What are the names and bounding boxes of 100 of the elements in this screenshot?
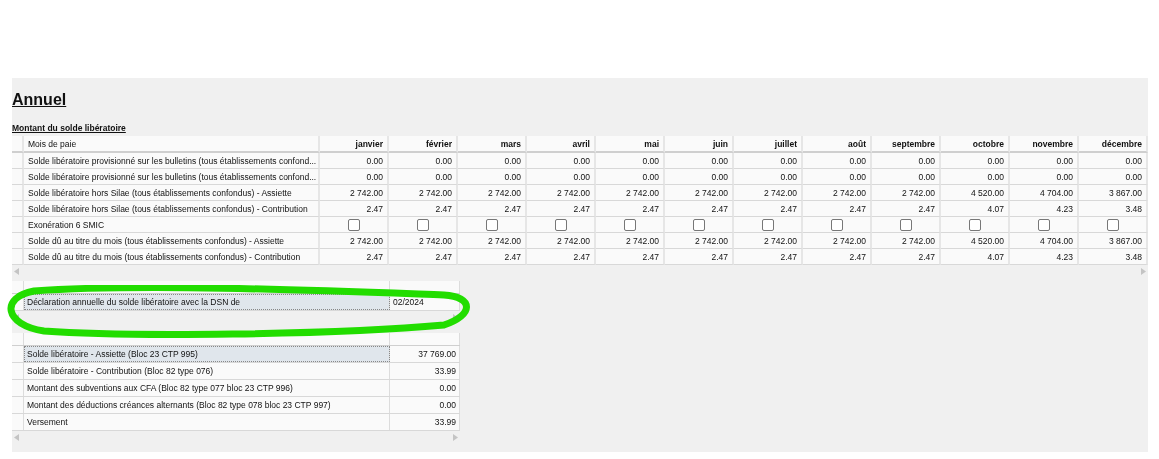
row-label: Solde libératoire provisionné sur les bulletins (tous établissements confond... bbox=[24, 153, 320, 169]
column-header: novembre bbox=[1010, 136, 1079, 153]
table-cell: 0.00 bbox=[941, 153, 1010, 169]
scroll-left-icon[interactable] bbox=[14, 267, 19, 275]
checkbox[interactable] bbox=[1037, 218, 1050, 231]
table-cell: 2.47 bbox=[596, 249, 665, 265]
table-cell: 0.00 bbox=[389, 169, 458, 185]
scroll-right-icon[interactable] bbox=[453, 433, 458, 441]
summary-value: 0.00 bbox=[390, 397, 460, 413]
row-header[interactable] bbox=[12, 153, 24, 169]
column-header: juillet bbox=[734, 136, 803, 153]
table-cell: 3.48 bbox=[1079, 249, 1148, 265]
table-cell: 0.00 bbox=[872, 153, 941, 169]
table-cell: 0.00 bbox=[458, 153, 527, 169]
column-header: mars bbox=[458, 136, 527, 153]
row-header[interactable] bbox=[12, 185, 24, 201]
table-cell: 2.47 bbox=[458, 201, 527, 217]
summary-label: Solde libératoire - Assiette (Bloc 23 CTP 995) bbox=[24, 346, 390, 362]
table-cell: 2 742.00 bbox=[389, 233, 458, 249]
column-header: septembre bbox=[872, 136, 941, 153]
section-title: Montant du solde libératoire bbox=[12, 123, 127, 134]
table-cell: 0.00 bbox=[872, 169, 941, 185]
checkbox[interactable] bbox=[830, 218, 843, 231]
table-cell: 2 742.00 bbox=[665, 233, 734, 249]
scroll-left-icon[interactable] bbox=[14, 433, 19, 441]
table-cell: 2.47 bbox=[527, 201, 596, 217]
table-cell: 2.47 bbox=[527, 249, 596, 265]
checkbox[interactable] bbox=[899, 218, 912, 231]
table-cell: 2 742.00 bbox=[596, 185, 665, 201]
table-cell: 0.00 bbox=[527, 169, 596, 185]
table-cell: 0.00 bbox=[596, 169, 665, 185]
table-cell: 4 520.00 bbox=[941, 233, 1010, 249]
table-cell: 0.00 bbox=[596, 153, 665, 169]
table-cell: 2.47 bbox=[596, 201, 665, 217]
summary-value: 0.00 bbox=[390, 380, 460, 396]
row-label: Solde dû au titre du mois (tous établissements confondus) - Assiette bbox=[24, 233, 320, 249]
table-cell: 2 742.00 bbox=[803, 233, 872, 249]
table-cell: 2 742.00 bbox=[872, 185, 941, 201]
column-header: octobre bbox=[941, 136, 1010, 153]
row-header[interactable] bbox=[12, 217, 24, 233]
table-cell: 0.00 bbox=[320, 153, 389, 169]
checkbox[interactable] bbox=[968, 218, 981, 231]
table-cell: 2 742.00 bbox=[458, 185, 527, 201]
table-cell: 0.00 bbox=[734, 169, 803, 185]
row-label: Exonération 6 SMIC bbox=[24, 217, 320, 233]
checkbox[interactable] bbox=[347, 218, 360, 231]
table-cell: 0.00 bbox=[1010, 169, 1079, 185]
table-cell: 0.00 bbox=[1079, 169, 1148, 185]
row-header[interactable] bbox=[12, 201, 24, 217]
table-cell: 2.47 bbox=[320, 201, 389, 217]
table-cell: 4.23 bbox=[1010, 201, 1079, 217]
table-cell: 2.47 bbox=[320, 249, 389, 265]
checkbox[interactable] bbox=[485, 218, 498, 231]
table-cell: 2 742.00 bbox=[527, 185, 596, 201]
table-cell: 4.07 bbox=[941, 201, 1010, 217]
row-label: Solde dû au titre du mois (tous établissements confondus) - Contribution bbox=[24, 249, 320, 265]
summary-label: Montant des déductions créances alternants (Bloc 82 type 078 bloc 23 CTP 997) bbox=[24, 397, 390, 413]
page-title: Annuel bbox=[12, 90, 68, 110]
table-cell: 2 742.00 bbox=[320, 233, 389, 249]
table-cell: 2.47 bbox=[458, 249, 527, 265]
table-cell: 2 742.00 bbox=[596, 233, 665, 249]
declaration-label: Déclaration annuelle du solde libératoire avec la DSN de bbox=[24, 294, 390, 310]
row-header[interactable] bbox=[12, 233, 24, 249]
table-cell: 2.47 bbox=[389, 201, 458, 217]
checkbox[interactable] bbox=[1106, 218, 1119, 231]
column-header: janvier bbox=[320, 136, 389, 153]
table-cell: 3 867.00 bbox=[1079, 233, 1148, 249]
table-cell: 4 704.00 bbox=[1010, 233, 1079, 249]
checkbox[interactable] bbox=[761, 218, 774, 231]
table-cell: 0.00 bbox=[320, 169, 389, 185]
checkbox[interactable] bbox=[416, 218, 429, 231]
row-label: Solde libératoire provisionné sur les bulletins (tous établissements confond... bbox=[24, 169, 320, 185]
checkbox[interactable] bbox=[554, 218, 567, 231]
column-header: Mois de paie bbox=[24, 136, 320, 153]
table-cell: 2.47 bbox=[872, 249, 941, 265]
summary-value: 33.99 bbox=[390, 414, 460, 430]
checkbox[interactable] bbox=[623, 218, 636, 231]
scroll-right-icon[interactable] bbox=[1141, 267, 1146, 275]
table-cell: 2.47 bbox=[872, 201, 941, 217]
table-cell: 2.47 bbox=[803, 201, 872, 217]
summary-value: 33.99 bbox=[390, 363, 460, 379]
table-cell: 0.00 bbox=[389, 153, 458, 169]
table-cell: 2 742.00 bbox=[458, 233, 527, 249]
table-cell: 0.00 bbox=[665, 153, 734, 169]
table-cell: 3 867.00 bbox=[1079, 185, 1148, 201]
table-cell: 4 520.00 bbox=[941, 185, 1010, 201]
row-header[interactable] bbox=[12, 169, 24, 185]
table-cell: 4 704.00 bbox=[1010, 185, 1079, 201]
checkbox[interactable] bbox=[692, 218, 705, 231]
summary-label: Versement bbox=[24, 414, 390, 430]
column-header: août bbox=[803, 136, 872, 153]
table-cell: 2.47 bbox=[665, 249, 734, 265]
row-header[interactable] bbox=[12, 249, 24, 265]
declaration-value[interactable]: 02/2024 bbox=[390, 294, 460, 310]
table-cell: 0.00 bbox=[458, 169, 527, 185]
table-cell: 0.00 bbox=[665, 169, 734, 185]
table-cell: 2 742.00 bbox=[527, 233, 596, 249]
table-cell: 2 742.00 bbox=[803, 185, 872, 201]
table-cell: 4.07 bbox=[941, 249, 1010, 265]
table-cell: 2 742.00 bbox=[734, 233, 803, 249]
